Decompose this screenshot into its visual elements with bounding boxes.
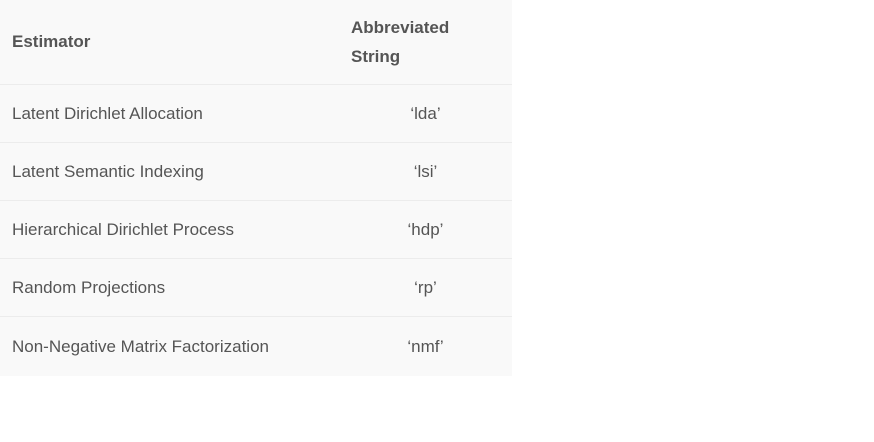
estimator-cell: Hierarchical Dirichlet Process xyxy=(12,219,235,239)
abbreviated-header-line-1: Abbreviated xyxy=(351,18,450,37)
table-row: Latent Dirichlet Allocation ‘lda’ xyxy=(0,85,512,143)
table-row: Random Projections ‘rp’ xyxy=(0,259,512,317)
table-header-row: Estimator Abbreviated String xyxy=(0,0,512,85)
abbreviated-string-cell: ‘lsi’ xyxy=(413,161,438,181)
abbreviated-string-cell: ‘nmf’ xyxy=(407,336,444,356)
table-row: Hierarchical Dirichlet Process ‘hdp’ xyxy=(0,201,512,259)
abbreviated-string-cell: ‘rp’ xyxy=(414,277,437,297)
table-row: Non-Negative Matrix Factorization ‘nmf’ xyxy=(0,317,512,376)
estimator-column-header: Estimator xyxy=(12,32,91,51)
estimator-table: Estimator Abbreviated String Latent Diri… xyxy=(0,0,512,376)
abbreviated-string-column-header: Abbreviated String xyxy=(339,13,489,71)
abbreviated-header-line-2: String xyxy=(351,47,401,66)
table-row: Latent Semantic Indexing ‘lsi’ xyxy=(0,143,512,201)
abbreviated-string-cell: ‘lda’ xyxy=(410,103,441,123)
estimator-cell: Random Projections xyxy=(12,277,166,297)
abbreviated-string-cell: ‘hdp’ xyxy=(407,219,444,239)
estimator-cell: Non-Negative Matrix Factorization xyxy=(12,336,269,356)
estimator-cell: Latent Dirichlet Allocation xyxy=(12,103,203,123)
estimator-cell: Latent Semantic Indexing xyxy=(12,161,204,181)
